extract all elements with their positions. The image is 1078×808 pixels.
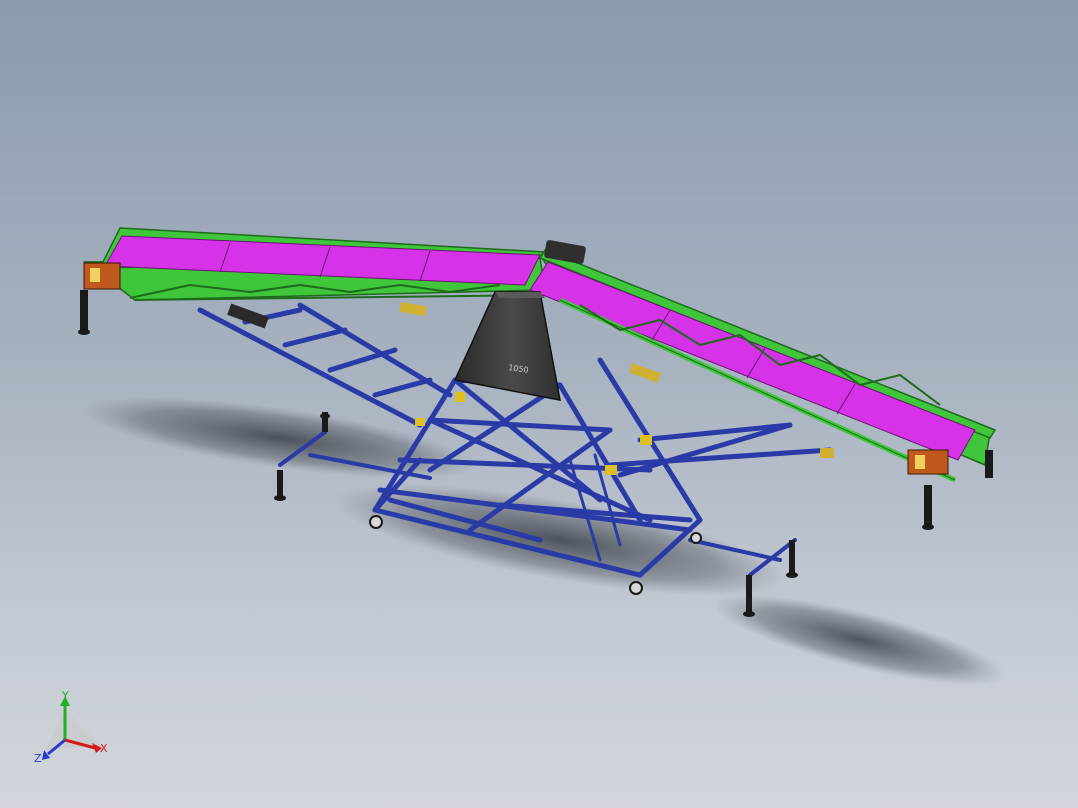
conveyor-model[interactable]: 1050 bbox=[0, 0, 1078, 808]
floor-shadow bbox=[81, 397, 1006, 686]
left-conveyor[interactable] bbox=[78, 227, 547, 335]
right-conveyor[interactable] bbox=[529, 249, 997, 530]
graphics-viewport[interactable]: 1050 Y X Z bbox=[0, 0, 1078, 808]
y-axis-label: Y bbox=[61, 690, 69, 702]
z-axis-label: Z bbox=[34, 752, 42, 765]
x-axis-label: X bbox=[100, 742, 108, 755]
view-triad[interactable]: Y X Z bbox=[30, 689, 120, 774]
